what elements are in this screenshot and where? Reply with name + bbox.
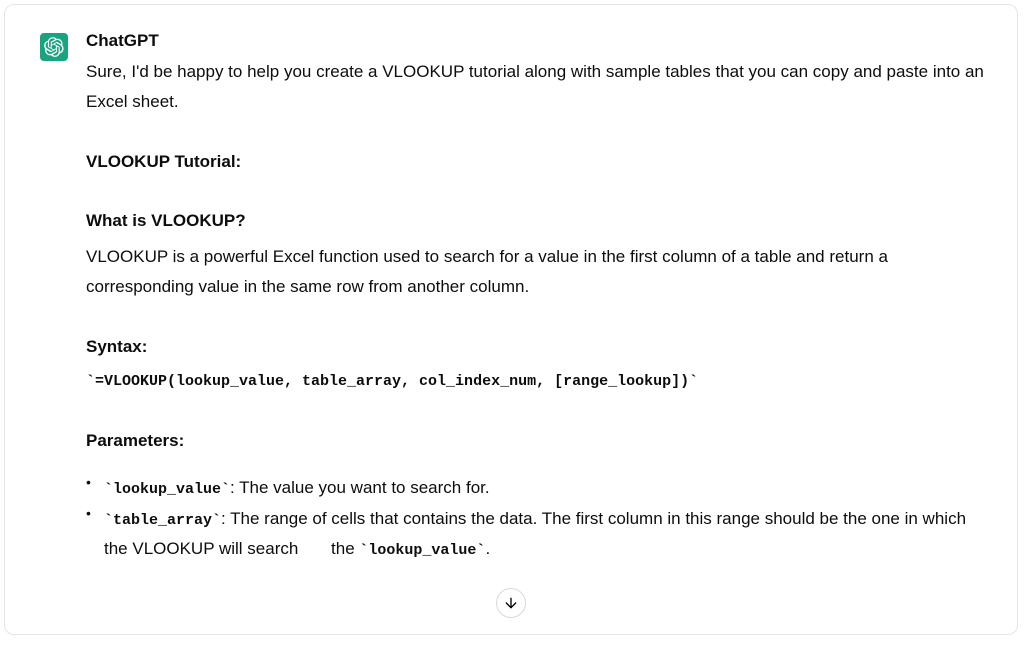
assistant-avatar — [40, 33, 68, 61]
intro-paragraph: Sure, I'd be happy to help you create a … — [86, 57, 987, 117]
param-code: `table_array` — [104, 512, 221, 529]
assistant-message: ChatGPT Sure, I'd be happy to help you c… — [40, 31, 987, 564]
arrow-down-icon — [503, 595, 519, 611]
syntax-heading: Syntax: — [86, 332, 987, 362]
message-body: Sure, I'd be happy to help you create a … — [86, 57, 987, 564]
syntax-code-text: `=VLOOKUP(lookup_value, table_array, col… — [86, 373, 698, 390]
list-item: `table_array`: The range of cells that c… — [82, 504, 987, 565]
list-item: `lookup_value`: The value you want to se… — [82, 473, 987, 503]
param-desc: : The value you want to search for. — [230, 478, 490, 497]
syntax-code: `=VLOOKUP(lookup_value, table_array, col… — [86, 365, 987, 395]
param-desc-end: . — [485, 539, 490, 558]
param-desc-after: the — [331, 539, 359, 558]
author-name: ChatGPT — [86, 31, 987, 51]
scroll-to-bottom-button[interactable] — [496, 588, 526, 618]
chat-message-card: ChatGPT Sure, I'd be happy to help you c… — [4, 4, 1018, 635]
parameters-list: `lookup_value`: The value you want to se… — [82, 473, 987, 564]
param-code-2: `lookup_value` — [359, 542, 485, 559]
tutorial-heading: VLOOKUP Tutorial: — [86, 147, 987, 177]
param-code: `lookup_value` — [104, 481, 230, 498]
what-is-heading: What is VLOOKUP? — [86, 206, 987, 236]
parameters-heading: Parameters: — [86, 426, 987, 456]
param-desc-before: : The range of cells that contains the d… — [104, 509, 966, 558]
message-content: ChatGPT Sure, I'd be happy to help you c… — [86, 31, 987, 564]
what-is-body: VLOOKUP is a powerful Excel function use… — [86, 242, 987, 302]
openai-logo-icon — [44, 37, 64, 57]
